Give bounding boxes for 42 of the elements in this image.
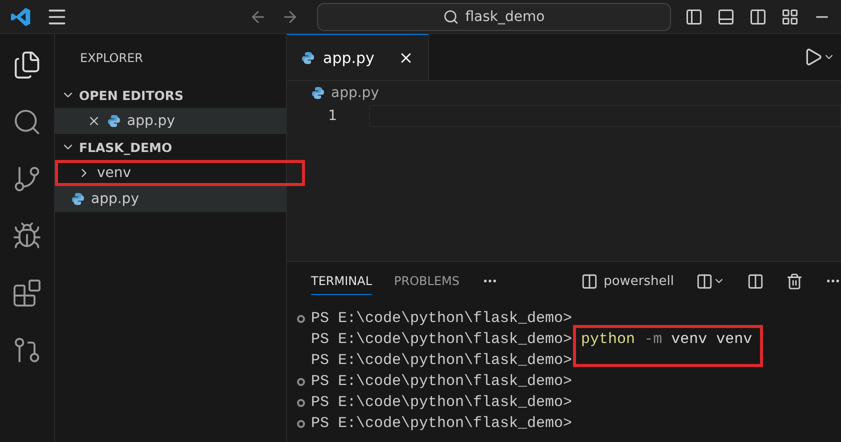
- columns-icon[interactable]: [749, 8, 767, 26]
- python-file-icon: [107, 114, 121, 128]
- blocks-icon[interactable]: [12, 278, 42, 308]
- files-icon[interactable]: [12, 50, 42, 80]
- tree-item[interactable]: app.py: [55, 186, 286, 212]
- panel-bottom-icon[interactable]: [717, 8, 735, 26]
- section-header[interactable]: OPEN EDITORS: [55, 82, 286, 108]
- close-icon[interactable]: [87, 114, 101, 128]
- python-file-icon: [301, 50, 315, 64]
- terminal-prompt: PS E:\code\python\flask_demo>: [311, 394, 572, 411]
- explorer-title: EXPLORER: [79, 50, 144, 67]
- python-file-icon: [311, 86, 325, 100]
- tree-item[interactable]: app.py: [55, 108, 286, 134]
- editor-tab[interactable]: app.py: [287, 34, 429, 80]
- panel-left-icon[interactable]: [685, 8, 703, 26]
- terminal-prompt: PS E:\code\python\flask_demo>: [311, 352, 572, 369]
- search-field[interactable]: flask_demo: [317, 2, 671, 30]
- panel-tab[interactable]: PROBLEMS: [394, 268, 460, 294]
- source-branch-icon[interactable]: [12, 164, 42, 194]
- terminal-prompt: PS E:\code\python\flask_demo>: [311, 415, 572, 432]
- app-logo-icon: [10, 6, 32, 28]
- line-number: 1: [327, 107, 337, 126]
- bug-icon[interactable]: [12, 221, 42, 251]
- search-icon[interactable]: [12, 107, 42, 137]
- terminal-instance[interactable]: powershell: [580, 272, 674, 290]
- section-header[interactable]: FLASK_DEMO: [55, 134, 286, 160]
- terminal-prompt: PS E:\code\python\flask_demo>: [311, 310, 572, 327]
- tree-item[interactable]: venv: [55, 160, 305, 186]
- trash-icon[interactable]: [786, 272, 803, 290]
- terminal-command: -m: [644, 331, 662, 348]
- python-file-icon: [71, 192, 85, 206]
- search-icon: [443, 8, 460, 24]
- columns-icon[interactable]: [747, 272, 764, 290]
- terminal-command: venv: [671, 331, 708, 348]
- terminal-command: python: [581, 331, 636, 348]
- split-terminal-icon[interactable]: [696, 272, 725, 290]
- terminal-command: venv: [716, 331, 752, 348]
- terminal-prompt: PS E:\code\python\flask_demo>: [311, 331, 572, 348]
- panel-tab[interactable]: TERMINAL: [311, 268, 372, 294]
- terminal-prompt: PS E:\code\python\flask_demo>: [311, 373, 572, 390]
- layout-grid-icon[interactable]: [781, 8, 799, 26]
- breadcrumb[interactable]: app.py: [287, 81, 841, 105]
